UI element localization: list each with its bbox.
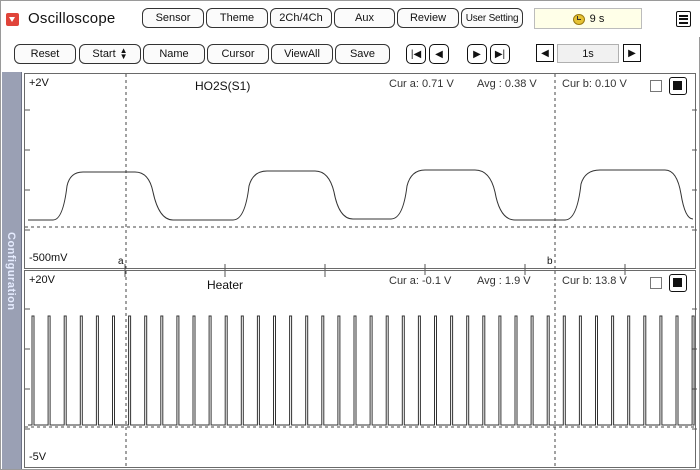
user-setting-button[interactable]: User Setting	[461, 8, 523, 28]
title-bar: Oscilloscope Sensor Theme 2Ch/4Ch Aux Re…	[1, 1, 700, 37]
heater-cursor-a: Cur a: -0.1 V	[389, 275, 452, 287]
cursor-button[interactable]: Cursor	[207, 44, 269, 64]
ho2s-checkbox[interactable]	[650, 80, 662, 92]
timebase-increase-icon[interactable]: ▶	[623, 44, 641, 62]
skip-last-icon[interactable]: ▶|	[490, 44, 510, 64]
ho2s-graph	[25, 74, 697, 270]
name-button[interactable]: Name	[143, 44, 205, 64]
theme-button[interactable]: Theme	[206, 8, 268, 28]
sensor-button[interactable]: Sensor	[142, 8, 204, 28]
review-button[interactable]: Review	[397, 8, 459, 28]
ho2s-top-scale: +2V	[29, 77, 49, 89]
dropdown-menu-icon[interactable]	[6, 13, 19, 26]
configuration-tab[interactable]: Configuration	[2, 72, 22, 469]
ho2s-average: Avg : 0.38 V	[477, 78, 537, 90]
heater-graph-pane[interactable]: +20V Heater Cur a: -0.1 V Avg : 1.9 V Cu…	[24, 270, 697, 469]
oscilloscope-window: Oscilloscope Sensor Theme 2Ch/4Ch Aux Re…	[0, 0, 700, 470]
ho2s-cursor-b: Cur b: 0.10 V	[562, 78, 627, 90]
aux-button[interactable]: Aux	[334, 8, 395, 28]
updown-arrows-icon: ▲ ▼	[119, 46, 128, 61]
clock-icon	[572, 13, 585, 25]
ho2s-title: HO2S(S1)	[193, 79, 253, 93]
prev-icon[interactable]: ◀	[429, 44, 449, 64]
heater-average: Avg : 1.9 V	[477, 275, 531, 287]
heater-stop-icon[interactable]	[669, 274, 687, 292]
elapsed-timer: 9 s	[534, 8, 642, 29]
save-button[interactable]: Save	[335, 44, 390, 64]
cursor-b-marker: b	[547, 256, 553, 267]
heater-title: Heater	[205, 278, 246, 292]
channels-button[interactable]: 2Ch/4Ch	[270, 8, 332, 28]
reset-button[interactable]: Reset	[14, 44, 76, 64]
cursor-a-marker: a	[118, 256, 124, 267]
start-label: Start	[92, 48, 116, 60]
skip-first-icon[interactable]: |◀	[406, 44, 426, 64]
timer-value: 9 s	[589, 12, 605, 25]
app-title: Oscilloscope	[28, 10, 116, 27]
ho2s-graph-pane[interactable]: +2V HO2S(S1) Cur a: 0.71 V Avg : 0.38 V …	[24, 73, 697, 270]
heater-bottom-scale: -5V	[29, 451, 47, 463]
heater-checkbox[interactable]	[650, 277, 662, 289]
next-icon[interactable]: ▶	[467, 44, 487, 64]
heater-graph	[25, 271, 697, 469]
hamburger-menu-icon[interactable]	[676, 11, 691, 27]
configuration-label: Configuration	[5, 232, 17, 311]
ho2s-bottom-scale: -500mV	[29, 252, 68, 264]
heater-top-scale: +20V	[29, 274, 55, 286]
ho2s-stop-icon[interactable]	[669, 77, 687, 95]
ho2s-cursor-a: Cur a: 0.71 V	[389, 78, 454, 90]
start-select[interactable]: Start ▲ ▼	[79, 44, 141, 64]
viewall-button[interactable]: ViewAll	[271, 44, 333, 64]
timebase-decrease-icon[interactable]: ◀	[536, 44, 554, 62]
heater-cursor-b: Cur b: 13.8 V	[562, 275, 627, 287]
timebase-value: 1s	[557, 44, 619, 63]
